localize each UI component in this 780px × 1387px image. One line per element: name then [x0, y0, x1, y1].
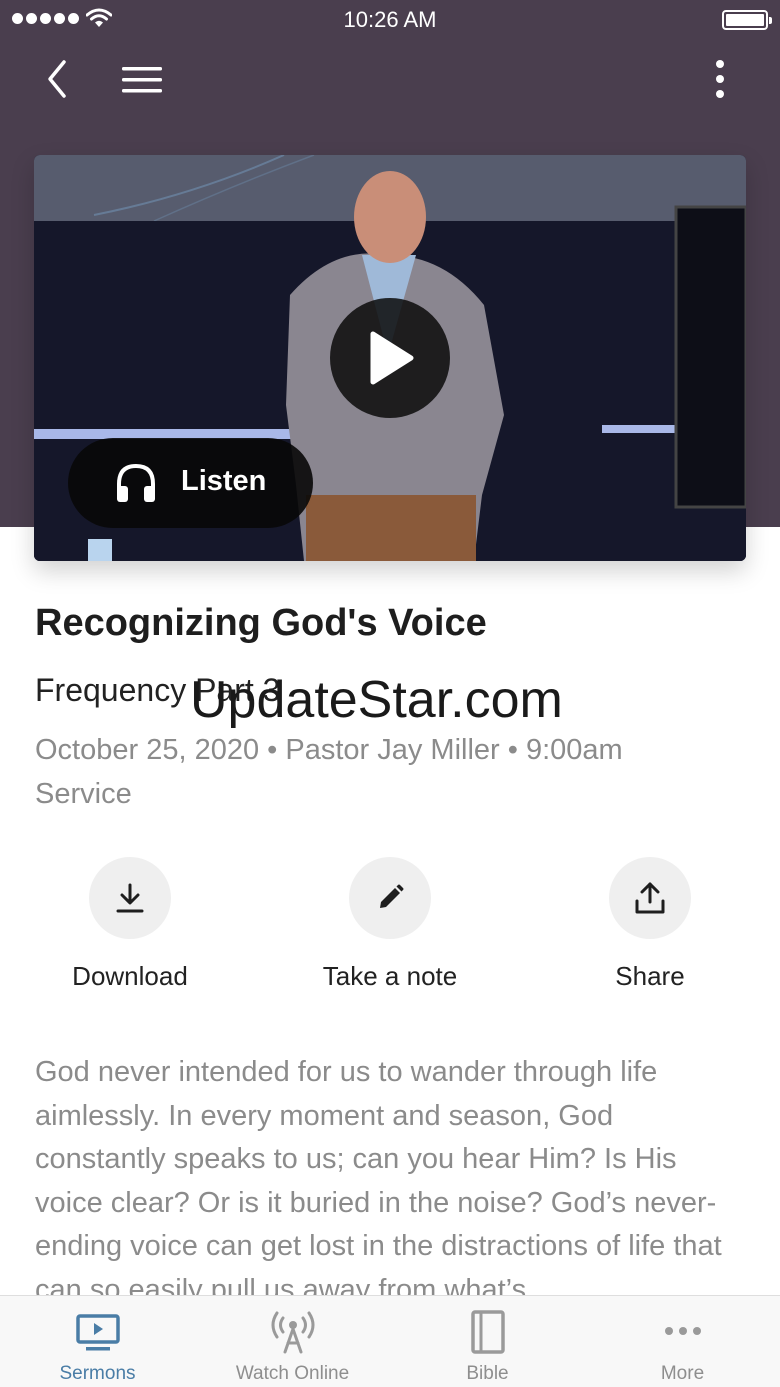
sermon-meta: October 25, 2020 • Pastor Jay Miller • 9…	[35, 734, 623, 810]
download-icon-circle	[89, 857, 171, 939]
download-icon	[116, 883, 144, 913]
tab-watch-online-label: Watch Online	[235, 1363, 350, 1384]
hamburger-icon	[122, 67, 162, 93]
play-button[interactable]	[330, 298, 450, 418]
headphones-icon	[117, 463, 155, 502]
tab-sermons-label: Sermons	[59, 1363, 136, 1384]
play-icon	[370, 331, 414, 385]
sermon-title: Recognizing God's Voice	[35, 602, 487, 644]
tab-watch-online[interactable]: Watch Online	[195, 1296, 390, 1387]
tab-more-label: More	[660, 1363, 705, 1384]
menu-button[interactable]	[118, 60, 166, 100]
pencil-icon-circle	[349, 857, 431, 939]
more-options-button[interactable]	[700, 56, 740, 104]
bottom-tab-bar: Sermons Watch Online Bible More	[0, 1295, 780, 1387]
tab-more[interactable]: More	[585, 1296, 780, 1387]
listen-label: Listen	[181, 465, 267, 497]
broadcast-tower-icon	[271, 1311, 315, 1354]
sermon-description: God never intended for us to wander thro…	[35, 1056, 722, 1295]
share-icon-circle	[609, 857, 691, 939]
download-label: Download	[72, 961, 188, 991]
status-bar: 10:26 AM	[0, 0, 780, 40]
tab-bible-label: Bible	[466, 1363, 509, 1384]
take-note-label: Take a note	[322, 961, 458, 991]
status-time: 10:26 AM	[343, 7, 437, 32]
share-icon	[635, 882, 665, 914]
pencil-icon	[380, 884, 404, 908]
sermon-video-thumbnail[interactable]: Listen	[34, 155, 746, 561]
share-button[interactable]: Share	[550, 857, 750, 1007]
listen-button[interactable]: Listen	[68, 438, 313, 528]
take-note-button[interactable]: Take a note	[290, 857, 490, 1007]
book-icon	[471, 1310, 505, 1354]
horizontal-ellipsis-icon	[665, 1327, 701, 1335]
share-label: Share	[615, 961, 685, 991]
download-button[interactable]: Download	[30, 857, 230, 1007]
watermark: UpdateStar.com	[190, 671, 563, 729]
tab-sermons[interactable]: Sermons	[0, 1296, 195, 1387]
tab-bible[interactable]: Bible	[390, 1296, 585, 1387]
battery-icon	[722, 10, 772, 30]
monitor-play-icon	[76, 1314, 120, 1351]
vertical-ellipsis-icon	[716, 60, 724, 98]
back-button[interactable]	[40, 56, 76, 102]
chevron-left-icon	[48, 60, 66, 98]
